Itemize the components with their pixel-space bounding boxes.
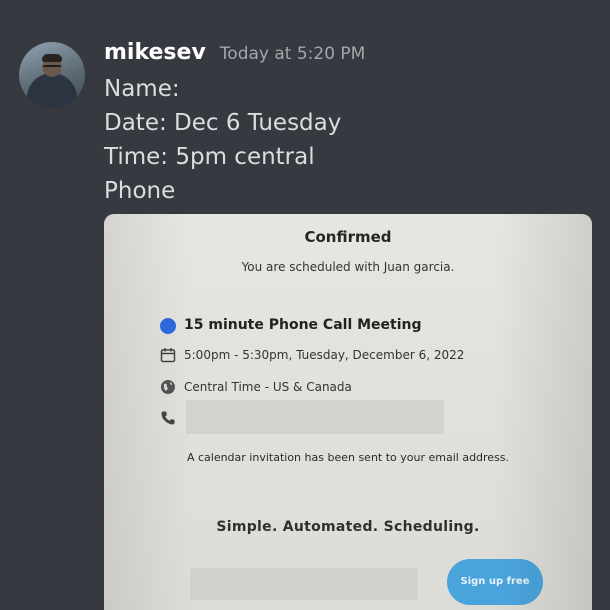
image-attachment[interactable]: Confirmed You are scheduled with Juan ga… <box>104 214 592 610</box>
event-color-dot <box>160 318 176 334</box>
confirmed-heading: Confirmed <box>304 228 392 246</box>
avatar-hair <box>42 54 62 62</box>
message-line-time: Time: 5pm central <box>104 144 315 170</box>
calendar-icon <box>160 348 176 363</box>
message-line-name: Name: <box>104 76 180 102</box>
phone-field-redacted <box>186 400 444 434</box>
message-line-date: Date: Dec 6 Tuesday <box>104 110 342 136</box>
invitation-notice: A calendar invitation has been sent to y… <box>186 451 510 464</box>
message-line-phone: Phone <box>104 178 176 204</box>
phone-icon <box>161 411 175 425</box>
email-field-redacted <box>190 568 418 600</box>
message-header: mikesev Today at 5:20 PM <box>104 40 365 70</box>
signup-button: Sign up free <box>447 559 543 605</box>
message-body: Name: Date: Dec 6 Tuesday Time: 5pm cent… <box>104 72 341 208</box>
event-title: 15 minute Phone Call Meeting <box>184 317 422 333</box>
avatar-glasses <box>43 65 61 71</box>
user-avatar[interactable] <box>19 42 85 108</box>
username[interactable]: mikesev <box>104 40 206 65</box>
event-datetime: 5:00pm - 5:30pm, Tuesday, December 6, 20… <box>184 348 465 362</box>
chat-message: mikesev Today at 5:20 PM Name: Date: Dec… <box>0 0 610 610</box>
globe-icon <box>161 380 175 394</box>
scheduled-with-text: You are scheduled with Juan garcia. <box>241 260 455 274</box>
tagline: Simple. Automated. Scheduling. <box>216 519 480 535</box>
event-timezone: Central Time - US & Canada <box>184 380 352 394</box>
confirmation-photo: Confirmed You are scheduled with Juan ga… <box>104 214 592 610</box>
message-timestamp: Today at 5:20 PM <box>219 44 366 64</box>
